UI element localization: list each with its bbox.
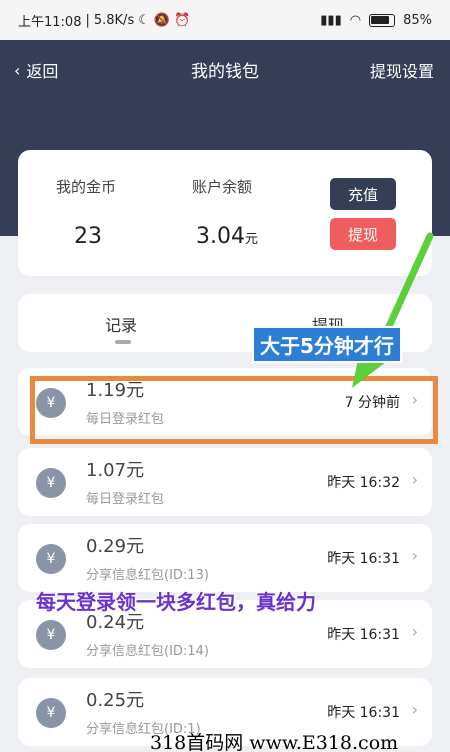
- balance-amount: 3.04: [196, 224, 245, 249]
- record-item[interactable]: ¥ 0.29元 分享信息红包(ID:13) 昨天 16:31 ›: [18, 524, 432, 592]
- record-desc: 分享信息红包(ID:14): [86, 644, 209, 659]
- balance-label: 账户余额: [192, 178, 253, 196]
- wallet-card: 我的金币 23 账户余额 3.04元 充值 提现: [18, 150, 432, 276]
- alarm-icon: ⏰: [174, 12, 191, 28]
- record-amount: 0.29元: [86, 536, 145, 557]
- yen-icon: ¥: [36, 468, 66, 498]
- record-time: 昨天 16:31: [327, 627, 400, 643]
- recharge-button[interactable]: 充值: [330, 178, 396, 210]
- coins-label: 我的金币: [56, 178, 117, 196]
- record-time: 昨天 16:31: [327, 551, 400, 567]
- record-desc: 每日登录红包: [86, 492, 165, 507]
- mute-icon: 🔕: [153, 12, 171, 28]
- moon-icon: ☾: [138, 12, 150, 28]
- status-net-speed: 5.8K/s: [93, 12, 135, 28]
- watermark: 318首码网 www.E318.com: [150, 732, 399, 752]
- status-time: 上午11:08: [18, 14, 82, 30]
- record-desc: 分享信息红包(ID:13): [86, 568, 209, 583]
- withdraw-settings-link[interactable]: 提现设置: [370, 58, 434, 82]
- chevron-right-icon: ›: [411, 622, 418, 641]
- record-time: 昨天 16:32: [327, 475, 400, 491]
- chevron-right-icon: ›: [411, 546, 418, 565]
- battery-icon: [369, 13, 396, 27]
- chevron-right-icon: ›: [411, 700, 418, 719]
- yen-icon: ¥: [36, 544, 66, 574]
- nav-bar: ‹ 返回 我的钱包 提现设置: [0, 56, 450, 83]
- balance-value: 3.04元: [196, 224, 258, 249]
- highlight-box: [30, 376, 438, 444]
- yen-icon: ¥: [36, 620, 66, 650]
- record-item[interactable]: ¥ 1.07元 每日登录红包 昨天 16:32 ›: [18, 448, 432, 516]
- wifi-icon: ◠: [349, 12, 362, 28]
- status-bar: 上午11:08 | 5.8K/s ☾ 🔕 ⏰ ▮▮▮ ◠ 85%: [0, 0, 450, 40]
- record-amount: 1.07元: [86, 460, 145, 481]
- record-time: 昨天 16:31: [327, 705, 400, 721]
- record-amount: 0.25元: [86, 690, 145, 711]
- balance-unit: 元: [244, 232, 258, 247]
- chevron-right-icon: ›: [411, 470, 418, 489]
- battery-percent: 85%: [403, 12, 432, 28]
- coins-value: 23: [74, 224, 102, 249]
- withdraw-button[interactable]: 提现: [330, 218, 396, 250]
- annotation-daily: 每天登录领一块多红包，真给力: [36, 590, 316, 614]
- signal-icon: ▮▮▮: [320, 12, 342, 28]
- tab-records[interactable]: 记录: [105, 312, 137, 336]
- annotation-min-time: 大于5分钟才行: [252, 326, 402, 363]
- yen-icon: ¥: [36, 698, 66, 728]
- tab-indicator: [115, 340, 131, 344]
